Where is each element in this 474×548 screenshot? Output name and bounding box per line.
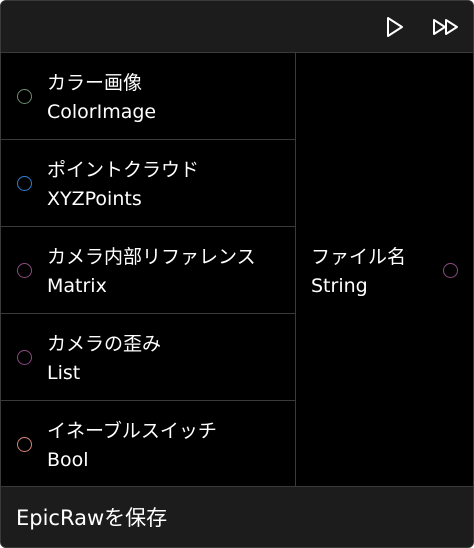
node-title: EpicRawを保存 xyxy=(16,506,168,530)
input-socket-icon[interactable] xyxy=(17,437,32,452)
play-icon xyxy=(387,17,403,37)
node-toolbar xyxy=(1,1,473,53)
input-port-enable-switch: イネーブルスイッチ Bool xyxy=(1,401,296,488)
play-button[interactable] xyxy=(381,13,409,41)
port-type: XYZPoints xyxy=(47,188,142,210)
port-name: カメラの歪み xyxy=(47,333,162,355)
input-port-point-cloud: ポイントクラウド XYZPoints xyxy=(1,140,296,227)
input-port-color-image: カラー画像 ColorImage xyxy=(1,53,296,140)
port-name: カメラ内部リファレンス xyxy=(47,246,256,268)
input-socket-icon[interactable] xyxy=(17,263,32,278)
port-type: Matrix xyxy=(47,275,107,297)
port-type: ColorImage xyxy=(47,101,157,123)
output-port-file-name: ファイル名 String xyxy=(297,53,473,486)
port-name: ポイントクラウド xyxy=(47,159,200,181)
port-type: String xyxy=(311,275,368,297)
port-name: ファイル名 xyxy=(311,246,407,268)
port-name: カラー画像 xyxy=(47,72,143,94)
input-ports: カラー画像 ColorImage ポイントクラウド XYZPoints カメラ内… xyxy=(1,53,296,486)
output-socket-icon[interactable] xyxy=(443,263,458,278)
fast-forward-button[interactable] xyxy=(430,13,464,41)
node-body: カラー画像 ColorImage ポイントクラウド XYZPoints カメラ内… xyxy=(1,53,473,486)
fast-forward-icon xyxy=(433,19,458,35)
port-type: List xyxy=(47,362,81,384)
node-panel[interactable]: カラー画像 ColorImage ポイントクラウド XYZPoints カメラ内… xyxy=(0,0,474,548)
input-port-camera-intrinsics: カメラ内部リファレンス Matrix xyxy=(1,227,296,314)
port-name: イネーブルスイッチ xyxy=(47,420,217,442)
input-port-camera-distortion: カメラの歪み List xyxy=(1,314,296,401)
port-type: Bool xyxy=(47,449,89,471)
input-socket-icon[interactable] xyxy=(17,350,32,365)
node-footer: EpicRawを保存 xyxy=(1,486,473,547)
input-socket-icon[interactable] xyxy=(17,89,32,104)
input-socket-icon[interactable] xyxy=(17,176,32,191)
